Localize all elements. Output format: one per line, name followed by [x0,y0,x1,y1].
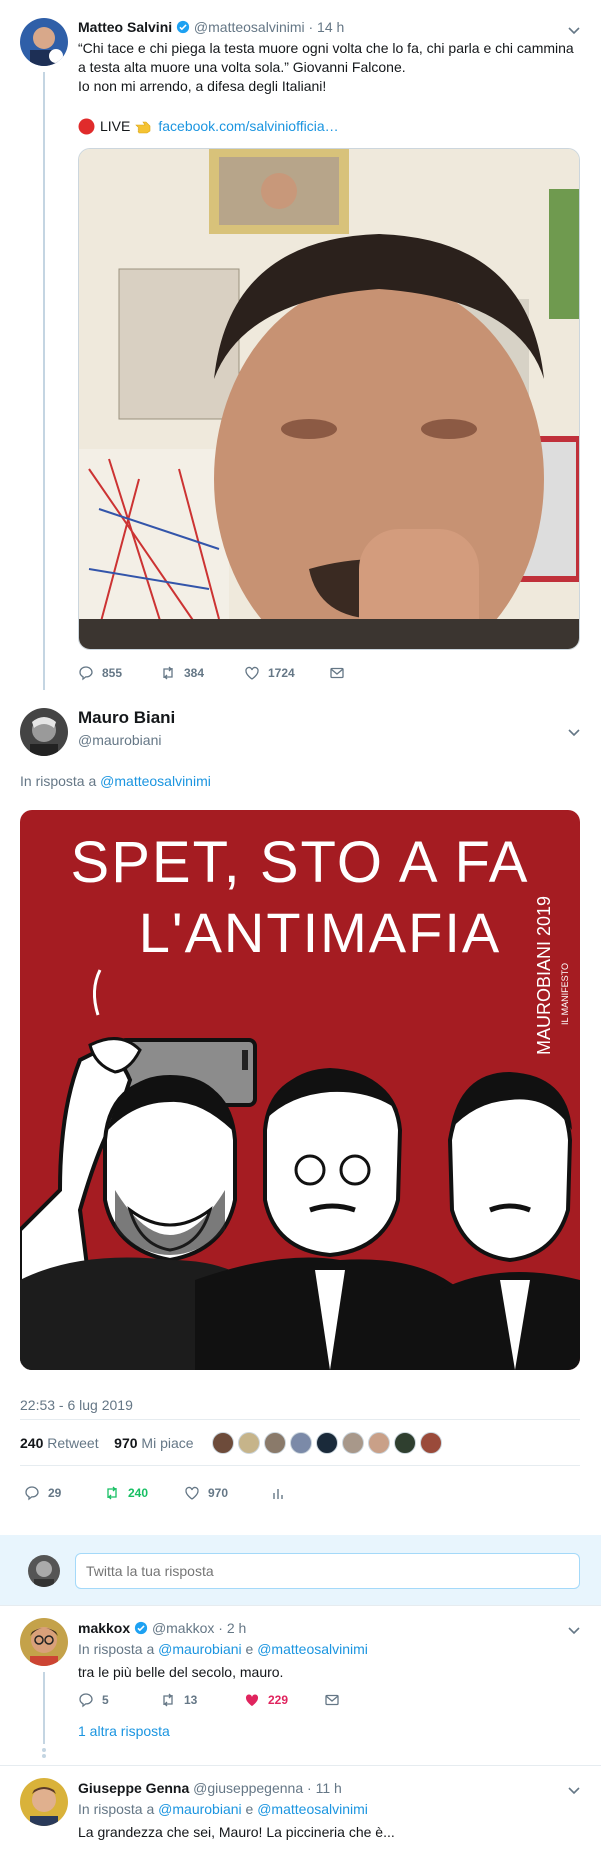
cartoon-image[interactable]: SPET, STO A FA L'ANTIMAFIA MAUROBIANI 20… [20,810,580,1370]
chevron-down-icon[interactable] [566,1782,582,1798]
like-count[interactable]: 970 [114,1435,137,1451]
author-handle[interactable]: @maurobiani [78,729,175,751]
tweet-time[interactable]: · 14 h [309,19,345,35]
message-icon [330,667,344,679]
reply-button[interactable]: 29 [24,1485,104,1501]
chevron-down-icon[interactable] [566,724,582,740]
avatar[interactable] [238,1432,260,1454]
thread-line [43,1672,45,1744]
retweet-count[interactable]: 240 [20,1435,43,1451]
like-icon [245,666,259,680]
reply-icon [79,1693,93,1708]
avatar-salvini[interactable] [20,18,68,66]
avatar[interactable] [368,1432,390,1454]
avatar[interactable] [264,1432,286,1454]
liker-avatars [212,1432,442,1454]
pointing-hand-icon [135,121,151,133]
cartoon-signature2: IL MANIFESTO [560,963,570,1025]
tweet-text: tra le più belle del secolo, mauro. [78,1664,284,1680]
tweet-actions: 29 240 970 [24,1485,286,1501]
reply-composer [0,1535,601,1605]
live-label: LIVE [100,118,131,134]
more-replies-link[interactable]: 1 altra risposta [78,1723,170,1739]
avatar-biani[interactable] [20,708,68,756]
like-button[interactable]: 970 [184,1485,270,1501]
tweet-actions: 5 13 229 [78,1692,340,1708]
avatar-makkox[interactable] [20,1618,68,1666]
message-button[interactable] [329,665,345,681]
avatar[interactable] [342,1432,364,1454]
author-name[interactable]: makkox [78,1620,130,1636]
like-icon [185,1486,199,1500]
chevron-down-icon[interactable] [566,22,582,38]
thread-line [43,72,45,690]
verified-icon [134,1621,148,1635]
main-tweet: Mauro Biani @maurobiani In risposta a @m… [0,695,601,1535]
tweet-time[interactable]: · 2 h [218,1620,246,1636]
like-button[interactable]: 229 [244,1692,324,1708]
reply-button[interactable]: 855 [78,665,160,681]
retweet-icon [107,1486,117,1500]
in-reply-handle[interactable]: @maurobiani [158,1641,241,1657]
in-reply-prefix: In risposta a [78,1641,155,1657]
cartoon-line2: L'ANTIMAFIA [139,901,502,964]
message-icon [325,1694,339,1706]
retweet-icon [163,666,173,680]
message-button[interactable] [324,1692,340,1708]
reply-icon [25,1486,39,1501]
author-name[interactable]: Mauro Biani [78,707,175,729]
tweet-text: “Chi tace e chi piega la testa muore ogn… [78,40,574,94]
divider [20,1465,580,1466]
avatar[interactable] [420,1432,442,1454]
author-name[interactable]: Giuseppe Genna [78,1780,189,1796]
retweet-button[interactable]: 13 [160,1692,244,1708]
in-reply-handle[interactable]: @matteosalvinimi [257,1801,368,1817]
reply-button[interactable]: 5 [78,1692,160,1708]
retweet-icon [163,1693,173,1707]
retweet-button[interactable]: 240 [104,1485,184,1501]
reply-makkox[interactable]: makkox @makkox · 2 h In risposta a @maur… [0,1605,601,1765]
red-circle-icon [78,118,95,135]
in-reply-prefix: In risposta a [78,1801,155,1817]
tweet-actions: 855 384 1724 [78,665,345,681]
analytics-icon [273,1489,283,1499]
author-handle[interactable]: @giuseppegenna [193,1780,303,1796]
cartoon-signature: MAUROBIANI 2019 [534,896,554,1055]
in-reply-handle[interactable]: @matteosalvinimi [257,1641,368,1657]
cartoon-line1: SPET, STO A FA [71,830,530,895]
retweet-button[interactable]: 384 [160,665,244,681]
like-label[interactable]: Mi piace [141,1435,193,1451]
avatar-current-user [28,1555,60,1587]
in-reply-handle[interactable]: @matteosalvinimi [100,773,211,789]
analytics-button[interactable] [270,1485,286,1501]
divider [20,1419,580,1420]
like-button[interactable]: 1724 [244,665,329,681]
author-handle[interactable]: @matteosalvinimi [194,19,305,35]
in-reply-prefix: In risposta a [20,773,97,789]
in-reply-handle[interactable]: @maurobiani [158,1801,241,1817]
tweet-salvini[interactable]: Matteo Salvini @matteosalvinimi · 14 h “… [0,0,601,690]
like-icon [245,1694,259,1706]
video-thumbnail[interactable] [78,148,580,650]
reply-icon [79,666,93,681]
reply-input[interactable] [75,1553,580,1589]
retweet-label[interactable]: Retweet [47,1435,98,1451]
chevron-down-icon[interactable] [566,1622,582,1638]
avatar[interactable] [394,1432,416,1454]
avatar[interactable] [316,1432,338,1454]
tweet-time[interactable]: · 11 h [307,1780,342,1796]
tweet-text: La grandezza che sei, Mauro! La picciner… [78,1824,395,1840]
avatar[interactable] [290,1432,312,1454]
verified-icon [176,20,190,34]
avatar-genna[interactable] [20,1778,68,1826]
author-name[interactable]: Matteo Salvini [78,19,172,35]
avatar[interactable] [212,1432,234,1454]
live-link[interactable]: facebook.com/salviniofficia… [158,117,338,136]
author-handle[interactable]: @makkox [152,1620,214,1636]
tweet-timestamp[interactable]: 22:53 - 6 lug 2019 [20,1397,133,1413]
reply-genna[interactable]: Giuseppe Genna @giuseppegenna · 11 h In … [0,1765,601,1853]
